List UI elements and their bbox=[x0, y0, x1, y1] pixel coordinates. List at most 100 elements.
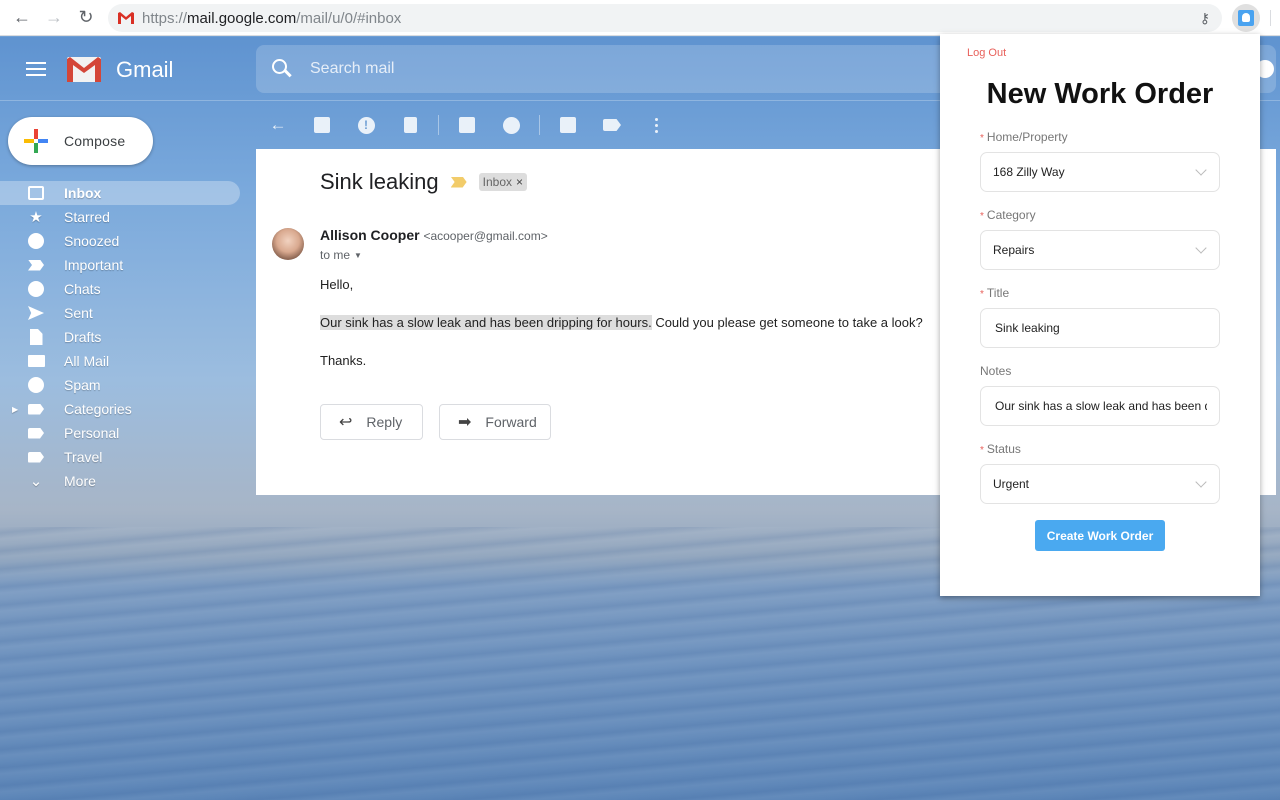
sidebar-item-chats[interactable]: Chats bbox=[0, 277, 240, 301]
mark-unread-button[interactable] bbox=[445, 107, 489, 143]
forward-button[interactable]: → bbox=[38, 2, 70, 34]
body-paragraph: Our sink has a slow leak and has been dr… bbox=[320, 313, 1020, 332]
create-work-order-button[interactable]: Create Work Order bbox=[1035, 520, 1165, 551]
back-button[interactable]: ← bbox=[6, 2, 38, 34]
sidebar-item-categories[interactable]: ▶ Categories bbox=[0, 397, 240, 421]
title-input[interactable] bbox=[993, 321, 1207, 335]
mark-unread-icon bbox=[459, 117, 475, 133]
label-text: Status bbox=[986, 442, 1021, 456]
label-icon bbox=[603, 119, 621, 131]
reply-label: Reply bbox=[366, 414, 403, 430]
key-icon[interactable]: ⚷ bbox=[1200, 10, 1210, 27]
sidebar-item-label: Drafts bbox=[64, 329, 102, 345]
label-text: Home/Property bbox=[986, 130, 1068, 144]
work-order-popup: Log Out New Work Order * Home/Property 16… bbox=[940, 34, 1260, 596]
move-to-button[interactable] bbox=[546, 107, 590, 143]
label-chip-text: Inbox bbox=[482, 175, 512, 189]
sidebar-item-label: Chats bbox=[64, 281, 101, 297]
more-vert-icon bbox=[654, 117, 658, 133]
toolbar-divider bbox=[1270, 10, 1271, 26]
work-order-extension-button[interactable] bbox=[1232, 4, 1260, 32]
sender-avatar[interactable] bbox=[272, 228, 304, 260]
send-icon bbox=[27, 304, 45, 322]
sidebar-item-starred[interactable]: ★ Starred bbox=[0, 205, 240, 229]
mail-icon bbox=[27, 352, 45, 370]
body-text: Could you please get someone to take a l… bbox=[651, 315, 923, 330]
reply-button[interactable]: ↩ Reply bbox=[320, 404, 423, 440]
popup-title: New Work Order bbox=[986, 78, 1214, 110]
expand-caret-icon[interactable]: ▶ bbox=[12, 405, 18, 414]
chat-icon bbox=[27, 280, 45, 298]
sidebar-item-label: Spam bbox=[64, 377, 101, 393]
recipient-label: to me bbox=[320, 248, 351, 262]
more-options-button[interactable] bbox=[634, 107, 678, 143]
required-marker: * bbox=[980, 211, 984, 222]
report-spam-button[interactable]: ! bbox=[344, 107, 388, 143]
delete-button[interactable] bbox=[388, 107, 432, 143]
back-icon: ← bbox=[269, 115, 287, 134]
recipient-details-toggle[interactable]: to me ▼ bbox=[320, 248, 362, 262]
sidebar-item-label: Sent bbox=[64, 305, 93, 321]
archive-button[interactable] bbox=[300, 107, 344, 143]
main-menu-icon[interactable] bbox=[26, 62, 46, 76]
sidebar-item-all-mail[interactable]: All Mail bbox=[0, 349, 240, 373]
status-select[interactable]: Urgent bbox=[980, 464, 1220, 504]
toolbar-divider bbox=[539, 115, 540, 135]
url-path: /mail/u/0/#inbox bbox=[296, 9, 402, 27]
important-marker-icon[interactable] bbox=[450, 176, 467, 188]
notes-field[interactable] bbox=[980, 386, 1220, 426]
labels-button[interactable] bbox=[590, 107, 634, 143]
sidebar-item-personal[interactable]: Personal bbox=[0, 421, 240, 445]
chevron-down-icon bbox=[1195, 476, 1207, 488]
category-select[interactable]: Repairs bbox=[980, 230, 1220, 270]
sidebar-item-snoozed[interactable]: Snoozed bbox=[0, 229, 240, 253]
greeting: Hello, bbox=[320, 277, 354, 292]
sidebar-item-more[interactable]: ⌄ More bbox=[0, 469, 240, 493]
gmail-brand: Gmail bbox=[116, 57, 174, 82]
message-toolbar: ← ! bbox=[256, 105, 936, 145]
search-icon[interactable] bbox=[272, 59, 292, 79]
property-select[interactable]: 168 Zilly Way bbox=[980, 152, 1220, 192]
search-input[interactable] bbox=[310, 60, 910, 78]
snooze-button[interactable] bbox=[489, 107, 533, 143]
title-field[interactable] bbox=[980, 308, 1220, 348]
notes-input[interactable] bbox=[993, 399, 1207, 413]
reload-button[interactable]: ↻ bbox=[70, 2, 102, 34]
back-to-inbox-button[interactable]: ← bbox=[256, 107, 300, 143]
sidebar-item-important[interactable]: Important bbox=[0, 253, 240, 277]
archive-icon bbox=[314, 117, 330, 133]
sidebar-item-label: Important bbox=[64, 257, 124, 273]
sidebar-item-spam[interactable]: Spam bbox=[0, 373, 240, 397]
chevron-down-icon bbox=[1195, 164, 1207, 176]
remove-label-icon[interactable]: × bbox=[516, 175, 523, 189]
notes-label: Notes bbox=[980, 364, 1011, 378]
chevron-down-icon bbox=[1195, 242, 1207, 254]
sidebar-item-label: Snoozed bbox=[64, 233, 120, 249]
gmail-logo-icon bbox=[67, 57, 101, 82]
sidebar-item-label: All Mail bbox=[64, 353, 110, 369]
address-bar[interactable]: https://mail.google.com/mail/u/0/#inbox … bbox=[108, 4, 1222, 32]
sidebar-item-travel[interactable]: Travel bbox=[0, 445, 240, 469]
logout-link[interactable]: Log Out bbox=[967, 47, 1006, 59]
sidebar-item-drafts[interactable]: Drafts bbox=[0, 325, 240, 349]
move-to-icon bbox=[560, 117, 576, 133]
clock-icon bbox=[27, 232, 45, 250]
snooze-icon bbox=[502, 116, 520, 134]
important-icon bbox=[27, 256, 45, 274]
sidebar-item-sent[interactable]: Sent bbox=[0, 301, 240, 325]
report-spam-icon: ! bbox=[357, 116, 375, 134]
reload-icon: ↻ bbox=[78, 7, 94, 27]
forward-arrow-icon: ➡ bbox=[458, 414, 472, 431]
forward-button[interactable]: ➡ Forward bbox=[439, 404, 551, 440]
status-label: * Status bbox=[980, 442, 1021, 456]
label-icon bbox=[27, 448, 45, 466]
label-text: Notes bbox=[980, 364, 1012, 378]
sidebar: Inbox ★ Starred Snoozed Important Chats S… bbox=[0, 181, 240, 493]
label-icon bbox=[27, 400, 45, 418]
message-subject: Sink leaking bbox=[320, 169, 439, 194]
sidebar-item-inbox[interactable]: Inbox bbox=[0, 181, 240, 205]
browser-toolbar: ← → ↻ https://mail.google.com/mail/u/0/#… bbox=[0, 0, 1280, 36]
label-icon bbox=[27, 424, 45, 442]
compose-button[interactable]: Compose bbox=[8, 117, 153, 165]
sender-line: Allison Cooper <acooper@gmail.com> bbox=[320, 227, 548, 243]
